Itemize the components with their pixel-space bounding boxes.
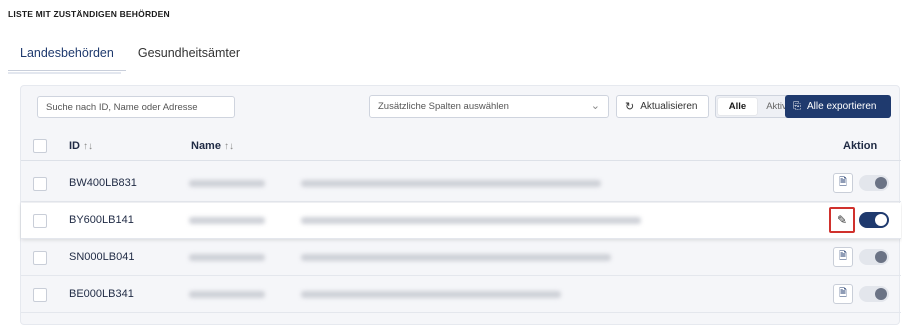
sort-icon: ↑↓ — [83, 141, 93, 152]
active-toggle[interactable] — [859, 249, 889, 265]
row-id: BW400LB831 — [69, 177, 137, 189]
table-panel: Zusätzliche Spalten auswählen ⌄ ↻ Aktual… — [20, 85, 901, 325]
redacted-address — [301, 291, 561, 298]
toggle-knob — [875, 251, 887, 263]
export-label: Alle exportieren — [807, 101, 877, 112]
row-checkbox[interactable] — [33, 288, 47, 302]
header-name-label: Name — [191, 140, 221, 152]
document-icon: 🗎 — [838, 177, 848, 188]
export-icon: ⎘ — [793, 101, 801, 112]
view-document-button[interactable]: 🗎 — [833, 247, 853, 267]
search-input[interactable] — [37, 96, 235, 118]
toggle-knob — [875, 177, 887, 189]
row-id: SN000LB041 — [69, 251, 135, 263]
refresh-button[interactable]: ↻ Aktualisieren — [616, 95, 709, 118]
column-select[interactable]: Zusätzliche Spalten auswählen ⌄ — [369, 95, 609, 118]
active-tab-indicator — [8, 72, 121, 74]
table-row: BW400LB831 🗎 — [21, 166, 901, 202]
refresh-icon: ↻ — [625, 101, 635, 113]
table-row: SN000LB041 🗎 — [21, 240, 901, 276]
redacted-address — [301, 217, 641, 224]
table-row: BY600LB141 ✎ — [21, 203, 901, 239]
tab-gesundheitsaemter[interactable]: Gesundheitsämter — [126, 40, 252, 71]
row-id: BY600LB141 — [69, 214, 134, 226]
edit-button[interactable]: ✎ — [829, 207, 855, 233]
active-toggle[interactable] — [859, 175, 889, 191]
header-action: Aktion — [843, 140, 878, 152]
select-all-checkbox[interactable] — [33, 139, 47, 153]
table-row: BE000LB341 🗎 — [21, 277, 901, 313]
redacted-name — [189, 291, 265, 298]
redacted-name — [189, 180, 265, 187]
redacted-address — [301, 180, 601, 187]
row-id: BE000LB341 — [69, 288, 134, 300]
toggle-knob — [875, 288, 887, 300]
sort-icon: ↑↓ — [223, 141, 234, 152]
chevron-down-icon: ⌄ — [590, 100, 600, 112]
tab-landesbehoerden[interactable]: Landesbehörden — [8, 40, 126, 71]
active-toggle[interactable] — [859, 286, 889, 302]
export-all-button[interactable]: ⎘ Alle exportieren — [785, 95, 891, 118]
row-checkbox[interactable] — [33, 214, 47, 228]
section-title: LISTE MIT ZUSTÄNDIGEN BEHÖRDEN — [8, 9, 170, 19]
table-header: ID ↑↓ Name ↑↓ Aktion — [21, 131, 901, 161]
view-document-button[interactable]: 🗎 — [833, 173, 853, 193]
toggle-knob — [875, 214, 887, 226]
tab-bar: Landesbehörden Gesundheitsämter — [8, 40, 252, 71]
header-id-label: ID — [69, 140, 80, 152]
column-select-label: Zusätzliche Spalten auswählen — [378, 101, 509, 112]
filter-all-button[interactable]: Alle — [718, 98, 757, 115]
header-id[interactable]: ID ↑↓ — [69, 140, 93, 152]
redacted-address — [301, 254, 611, 261]
redacted-name — [189, 217, 265, 224]
document-icon: 🗎 — [838, 288, 848, 299]
view-document-button[interactable]: 🗎 — [833, 284, 853, 304]
toolbar: Zusätzliche Spalten auswählen ⌄ ↻ Aktual… — [21, 86, 901, 126]
row-checkbox[interactable] — [33, 251, 47, 265]
refresh-label: Aktualisieren — [640, 101, 698, 112]
header-name[interactable]: Name ↑↓ — [191, 140, 234, 152]
row-checkbox[interactable] — [33, 177, 47, 191]
active-toggle[interactable] — [859, 212, 889, 228]
document-icon: 🗎 — [838, 251, 848, 262]
pencil-icon: ✎ — [836, 213, 848, 227]
redacted-name — [189, 254, 265, 261]
